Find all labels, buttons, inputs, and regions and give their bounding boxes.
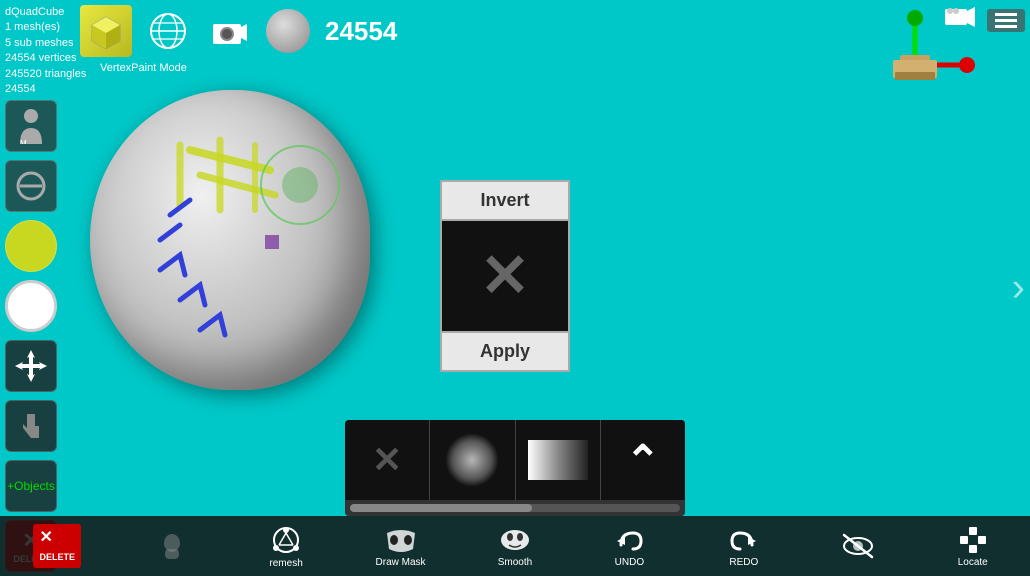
invert-apply-popup: Invert ✕ Apply [440,180,570,372]
bottom-delete-button[interactable]: ✕DELETE [27,524,87,568]
silhouette-icon [157,531,187,561]
sub-meshes: 5 sub meshes [5,36,86,51]
mask-icon [383,525,419,555]
id-label: 24554 [5,82,86,97]
sphere-preview-icon[interactable] [266,9,310,53]
brush-size-slider[interactable] [350,504,680,512]
cube-icon[interactable] [80,5,132,57]
chevron-brush-option[interactable]: ⌃ [601,420,685,500]
delete-icon: ✕DELETE [33,524,81,568]
move-tool-button[interactable] [5,340,57,392]
model-paint-strokes [90,90,370,390]
svg-text:M: M [20,139,27,144]
cloud-brush-icon [445,433,499,487]
avatar-tool-button[interactable]: M [5,100,57,152]
vertices-count: 24554 vertices [5,51,86,66]
head-model [90,90,370,390]
vertex-paint-mode-label: VertexPaint Mode [100,62,187,74]
chevron-brush-icon: ⌃ [625,436,660,485]
silhouette-button[interactable] [142,531,202,561]
redo-label: REDO [729,557,758,568]
add-objects-button[interactable]: +Objects [5,460,57,512]
axis-gizmo [855,10,975,100]
apply-button[interactable]: Apply [440,331,570,372]
hand-tool-button[interactable] [5,400,57,452]
remesh-label: remesh [269,558,302,569]
top-left-info: dQuadCube 1 mesh(es) 5 sub meshes 24554 … [5,5,86,97]
3d-model-area[interactable] [90,90,460,410]
locate-button[interactable]: Locate [943,525,1003,568]
ring-tool-button[interactable] [5,280,57,332]
smooth-icon [497,525,533,555]
vertex-count-label: 24554 [325,16,397,47]
redo-icon [728,525,760,555]
brush-options-bar: ✕ ⌃ [345,420,685,516]
hide-toggle-button[interactable] [828,533,888,559]
app-title: dQuadCube [5,5,86,20]
smooth-label: Smooth [498,557,532,568]
smooth-button[interactable]: Smooth [485,525,545,568]
right-arrow-button[interactable]: › [1012,266,1025,311]
gradient-brush-option[interactable] [516,420,601,500]
remesh-button[interactable]: remesh [256,524,316,569]
eye-with-line-icon [840,533,876,559]
brush-preview: ✕ [440,221,570,331]
redo-button[interactable]: REDO [714,525,774,568]
camera-icon[interactable] [204,5,256,57]
brush-slider-fill [350,504,532,512]
bottom-toolbar: ✕DELETE remesh Draw Mask [0,516,1030,576]
invert-button[interactable]: Invert [440,180,570,221]
gradient-brush-icon [528,440,588,480]
top-icons: 24554 [80,5,397,57]
cloud-brush-option[interactable] [430,420,515,500]
locate-icon [958,525,988,555]
paint-brush-tool-button[interactable] [5,220,57,272]
undo-button[interactable]: UNDO [599,525,659,568]
locate-label: Locate [958,557,988,568]
x-mark-icon: ✕ [480,241,530,311]
erase-brush-option[interactable]: ✕ [345,420,430,500]
globe-icon[interactable] [142,5,194,57]
brush-size-slider-row[interactable] [345,500,685,516]
x-brush-icon: ✕ [372,439,402,481]
draw-mask-label: Draw Mask [376,557,426,568]
remesh-icon [270,524,302,556]
undo-label: UNDO [615,557,644,568]
undo-icon [613,525,645,555]
left-toolbar: M +Objects ✕ DELETE [5,100,57,572]
no-entry-tool-button[interactable] [5,160,57,212]
triangles-count: 245520 triangles [5,67,86,82]
mesh-count: 1 mesh(es) [5,20,86,35]
brush-circle-indicator [260,145,340,225]
draw-mask-button[interactable]: Draw Mask [371,525,431,568]
hamburger-menu-button[interactable] [987,9,1025,32]
